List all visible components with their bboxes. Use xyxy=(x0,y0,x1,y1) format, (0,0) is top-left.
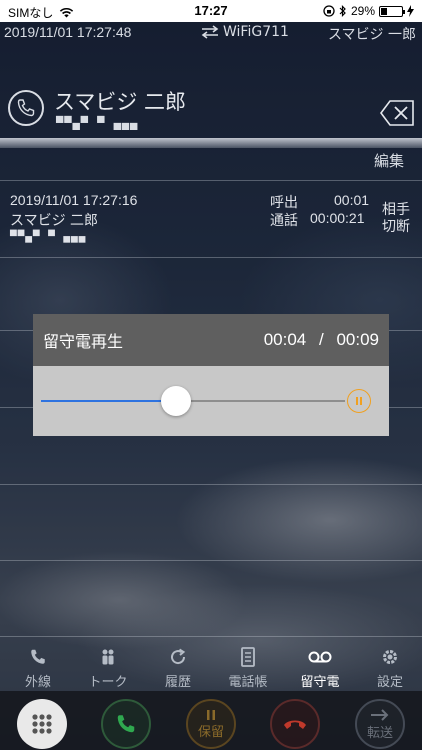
call-controls: 保留 転送 xyxy=(0,691,422,750)
tab-talk[interactable]: トーク xyxy=(73,645,143,691)
edit-button[interactable]: 編集 xyxy=(374,150,404,171)
voicemail-total: 00:09 xyxy=(336,330,379,349)
playback-slider[interactable] xyxy=(41,400,345,402)
edit-row: 編集 xyxy=(0,150,422,180)
playback-thumb[interactable] xyxy=(160,386,191,416)
tab-label: 電話帳 xyxy=(228,675,268,690)
history-name: スマビジ 二郎 xyxy=(10,213,99,229)
phone-icon xyxy=(117,715,135,733)
tab-label: 留守電 xyxy=(300,675,340,690)
talk-icon xyxy=(102,649,114,665)
end-reason-line2: 切断 xyxy=(382,219,410,235)
bluetooth-icon xyxy=(339,5,346,17)
transfer-icon xyxy=(371,708,389,721)
history-number: ▀▀▄▀ ▀ ▄▄▄ xyxy=(10,230,87,243)
tab-bar: 外線 トーク 履歴 電話帳 留守電 設定 xyxy=(0,645,422,691)
voicemail-title: 留守電再生 xyxy=(43,332,124,351)
voicemail-elapsed: 00:04 xyxy=(263,330,307,349)
hold-label: 保留 xyxy=(197,724,224,740)
tab-label: 設定 xyxy=(376,675,403,690)
history-row[interactable]: 2019/11/01 17:27:16 スマビジ 二郎 ▀▀▄▀ ▀ ▄▄▄ 呼… xyxy=(0,186,422,256)
history-datetime: 2019/11/01 17:27:16 xyxy=(10,192,138,208)
separator xyxy=(0,257,422,258)
swap-arrows-icon xyxy=(201,25,219,39)
separator xyxy=(0,484,422,485)
end-reason: 相手 切断 xyxy=(382,202,414,236)
battery-percent: 29% xyxy=(350,4,375,18)
voicemail-header: 留守電再生 00:04 / 00:09 xyxy=(33,314,389,366)
tab-label: 履歴 xyxy=(164,675,191,690)
tab-label: 外線 xyxy=(24,675,51,690)
backspace-icon[interactable] xyxy=(380,100,414,126)
contact-number: ▀▀▄▀ ▀ ▄▄▄ xyxy=(56,116,139,130)
hold-button[interactable]: 保留 xyxy=(186,699,236,749)
talk-time: 00:00:21 xyxy=(310,210,365,226)
playback-progress xyxy=(41,400,176,402)
voicemail-body xyxy=(33,366,389,436)
device-name: WiFiG711 xyxy=(223,24,289,40)
tab-settings[interactable]: 設定 xyxy=(355,645,422,691)
orientation-lock-icon xyxy=(323,5,335,17)
ring-label: 呼出 xyxy=(270,195,298,211)
status-right: 29% xyxy=(323,4,414,18)
tab-label: トーク xyxy=(88,675,128,690)
call-button[interactable] xyxy=(101,699,151,749)
tab-history[interactable]: 履歴 xyxy=(143,645,213,691)
separator xyxy=(0,560,422,561)
ring-time: 00:01 xyxy=(334,192,370,208)
talk-label: 通話 xyxy=(270,213,298,229)
phone-icon[interactable] xyxy=(8,90,44,126)
user-name: スマビジ 一郎 xyxy=(327,27,416,43)
tab-phonebook[interactable]: 電話帳 xyxy=(213,645,283,691)
pause-icon xyxy=(207,709,215,720)
tab-outside-line[interactable]: 外線 xyxy=(3,645,73,691)
transfer-button[interactable]: 転送 xyxy=(355,699,405,749)
phonebook-icon xyxy=(241,647,255,667)
info-line: 2019/11/01 17:27:48 WiFiG711 スマビジ 一郎 xyxy=(0,22,422,44)
keypad-icon xyxy=(32,714,52,734)
pause-button[interactable] xyxy=(347,389,371,413)
header-timestamp: 2019/11/01 17:27:48 xyxy=(4,24,132,40)
contact-name: スマビジ 二郎 xyxy=(54,90,187,114)
voicemail-player: 留守電再生 00:04 / 00:09 xyxy=(33,314,389,436)
voicemail-icon xyxy=(308,651,332,663)
hangup-button[interactable] xyxy=(270,699,320,749)
contact-row: スマビジ 二郎 ▀▀▄▀ ▀ ▄▄▄ xyxy=(0,80,422,140)
header-divider xyxy=(0,138,422,148)
separator xyxy=(0,180,422,181)
hangup-icon xyxy=(284,720,306,729)
transfer-label: 転送 xyxy=(366,725,393,741)
separator xyxy=(0,636,422,637)
voicemail-time: 00:04 / 00:09 xyxy=(264,330,379,350)
history-icon xyxy=(171,648,186,665)
phone-icon xyxy=(31,649,45,664)
battery-icon xyxy=(379,5,405,17)
battery-fill xyxy=(381,7,387,15)
end-reason-line1: 相手 xyxy=(382,202,410,218)
voicemail-separator: / xyxy=(318,330,324,349)
device-label: WiFiG711 xyxy=(200,24,289,40)
tab-voicemail[interactable]: 留守電 xyxy=(285,645,355,691)
gear-icon xyxy=(383,650,397,664)
keypad-button[interactable] xyxy=(17,699,67,749)
pause-icon xyxy=(360,397,362,405)
pause-icon xyxy=(356,397,358,405)
charging-icon xyxy=(407,5,414,17)
status-bar: SIMなし 17:27 29% xyxy=(0,0,422,22)
